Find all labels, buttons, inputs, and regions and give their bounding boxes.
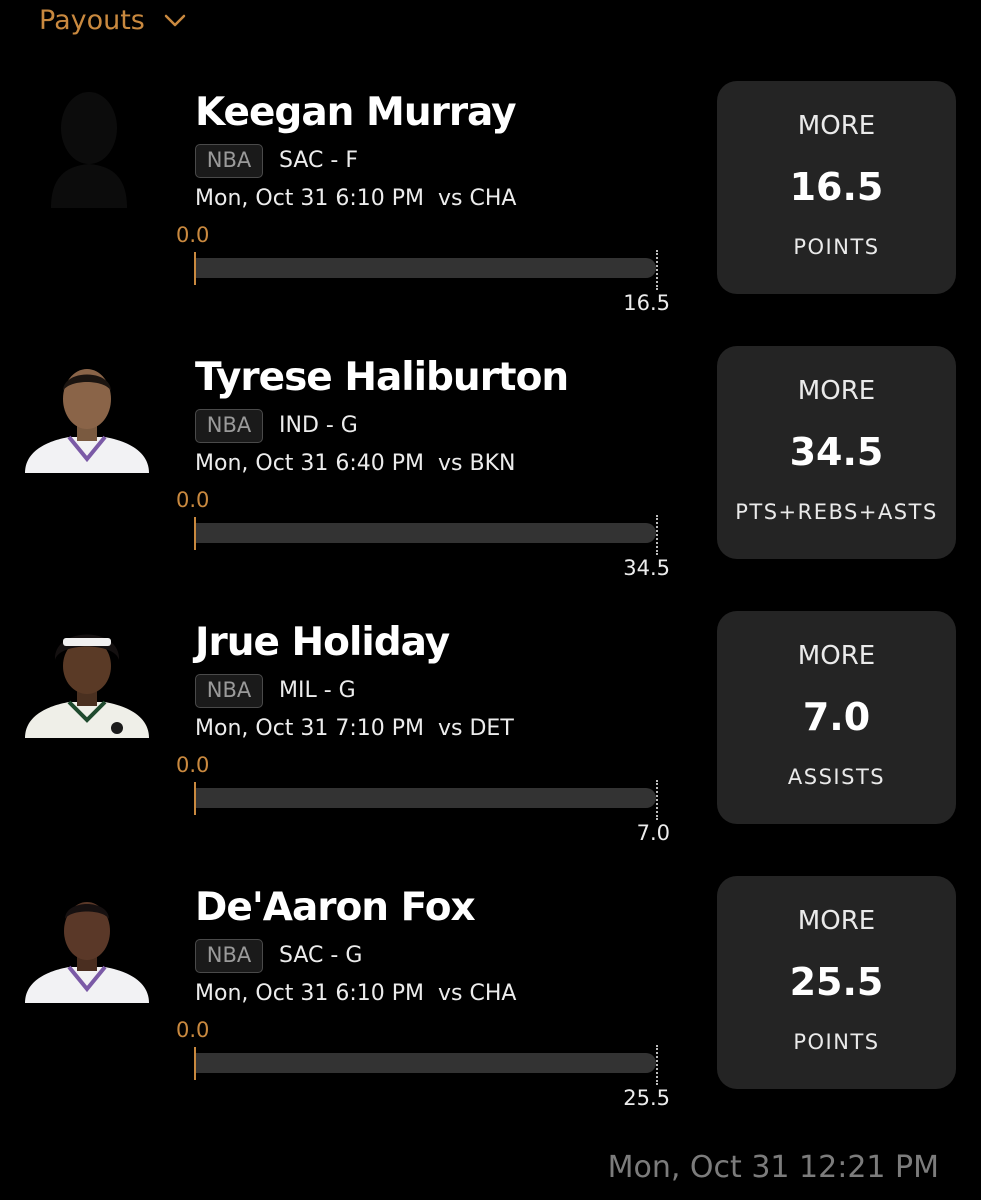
pick-row[interactable]: Jrue Holiday NBA MIL - G Mon, Oct 31 7:1… (0, 611, 981, 885)
current-value: 0.0 (176, 753, 210, 777)
pick-row[interactable]: Tyrese Haliburton NBA IND - G Mon, Oct 3… (0, 346, 981, 620)
player-headshot-image (25, 369, 149, 473)
projection-line: 25.5 (789, 960, 884, 1004)
player-name: De'Aaron Fox (195, 885, 476, 930)
league-badge: NBA (195, 939, 263, 973)
payouts-dropdown[interactable]: Payouts (39, 0, 187, 40)
player-headshot-image (25, 634, 149, 738)
projection-direction: MORE (797, 376, 876, 406)
projection-line: 7.0 (802, 695, 871, 739)
projection-card[interactable]: MORE 34.5 PTS+REBS+ASTS (717, 346, 956, 559)
team-position: MIL - G (279, 678, 356, 703)
player-name: Jrue Holiday (195, 620, 450, 665)
projection-card[interactable]: MORE 25.5 POINTS (717, 876, 956, 1089)
line-value: 16.5 (623, 291, 670, 315)
payouts-label: Payouts (39, 4, 145, 36)
progress-track (196, 788, 656, 808)
line-marker (656, 780, 658, 820)
player-headshot-image (25, 902, 149, 1003)
projection-card[interactable]: MORE 16.5 POINTS (717, 81, 956, 294)
progress-track (196, 1053, 656, 1073)
progress-track (196, 523, 656, 543)
chevron-down-icon (164, 14, 186, 27)
progress-track (196, 258, 656, 278)
line-value: 7.0 (636, 821, 670, 845)
current-value: 0.0 (176, 1018, 210, 1042)
player-name: Tyrese Haliburton (195, 355, 569, 400)
avatar-placeholder-icon (51, 92, 127, 208)
projection-line: 34.5 (789, 430, 884, 474)
league-badge: NBA (195, 409, 263, 443)
line-marker (656, 1045, 658, 1085)
pick-row[interactable]: De'Aaron Fox NBA SAC - G Mon, Oct 31 6:1… (0, 876, 981, 1150)
projection-card[interactable]: MORE 7.0 ASSISTS (717, 611, 956, 824)
projection-stat: POINTS (793, 1030, 880, 1054)
projection-direction: MORE (797, 906, 876, 936)
pick-row[interactable]: Keegan Murray NBA SAC - F Mon, Oct 31 6:… (0, 81, 981, 355)
team-position: SAC - F (279, 148, 358, 173)
projection-line: 16.5 (789, 165, 884, 209)
screenshot-timestamp: Mon, Oct 31 12:21 PM (607, 1150, 939, 1185)
line-value: 34.5 (623, 556, 670, 580)
line-value: 25.5 (623, 1086, 670, 1110)
game-info: Mon, Oct 31 6:40 PM vs BKN (195, 451, 516, 476)
current-value: 0.0 (176, 488, 210, 512)
projection-stat: ASSISTS (787, 765, 886, 789)
game-info: Mon, Oct 31 6:10 PM vs CHA (195, 186, 517, 211)
game-info: Mon, Oct 31 6:10 PM vs CHA (195, 981, 517, 1006)
line-marker (656, 250, 658, 290)
league-badge: NBA (195, 674, 263, 708)
team-position: IND - G (279, 413, 358, 438)
player-name: Keegan Murray (195, 90, 517, 135)
league-badge: NBA (195, 144, 263, 178)
projection-direction: MORE (797, 641, 876, 671)
projection-direction: MORE (797, 111, 876, 141)
projection-stat: POINTS (793, 235, 880, 259)
current-value: 0.0 (176, 223, 210, 247)
team-position: SAC - G (279, 943, 363, 968)
game-info: Mon, Oct 31 7:10 PM vs DET (195, 716, 514, 741)
line-marker (656, 515, 658, 555)
projection-stat: PTS+REBS+ASTS (735, 500, 938, 524)
